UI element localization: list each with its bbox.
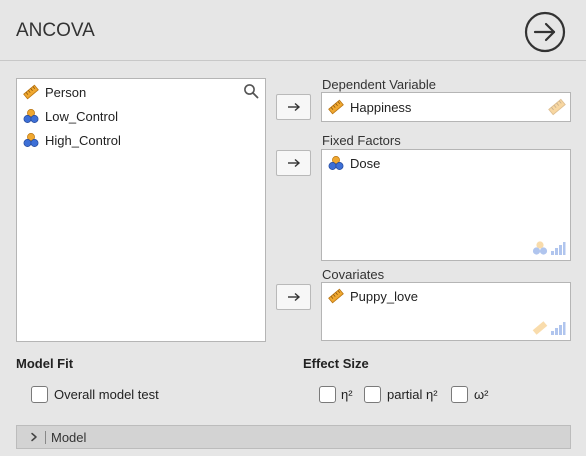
arrow-right-icon	[287, 158, 300, 168]
chevron-right-icon	[31, 432, 37, 442]
next-arrow-button[interactable]	[524, 11, 566, 53]
covariate-value: Puppy_love	[350, 288, 418, 304]
source-variable-list[interactable]: Person Low_Control High_Control	[16, 78, 266, 342]
list-item[interactable]: Dose	[328, 153, 380, 173]
omega-squared-checkbox[interactable]	[451, 386, 468, 403]
list-item[interactable]: Puppy_love	[328, 286, 418, 306]
list-item[interactable]: Happiness	[328, 97, 411, 117]
list-item[interactable]: High_Control	[23, 130, 121, 150]
eta-squared-label: η²	[341, 387, 353, 402]
dependent-variable-box[interactable]: Happiness	[321, 92, 571, 122]
arrow-right-circle-icon	[524, 11, 566, 53]
ordinal-type-hint-icon	[551, 242, 566, 255]
move-to-fixed-factors-button[interactable]	[276, 150, 311, 176]
ruler-icon	[328, 288, 344, 304]
overall-model-test-option[interactable]: Overall model test	[31, 386, 159, 403]
eta-squared-checkbox[interactable]	[319, 386, 336, 403]
list-item[interactable]: Person	[23, 82, 86, 102]
model-fit-heading: Model Fit	[16, 356, 74, 371]
effect-size-heading: Effect Size	[303, 356, 369, 371]
overall-model-test-checkbox[interactable]	[31, 386, 48, 403]
ruler-type-hint-icon	[532, 321, 548, 335]
nominal-type-hint-icon	[532, 241, 548, 255]
partial-eta-squared-checkbox[interactable]	[364, 386, 381, 403]
fixed-factors-box[interactable]: Dose	[321, 149, 571, 261]
overall-model-test-label: Overall model test	[54, 387, 159, 402]
eta-squared-option[interactable]: η²	[319, 386, 353, 403]
header-divider	[0, 60, 586, 61]
partial-eta-squared-option[interactable]: partial η²	[364, 386, 438, 403]
dependent-variable-label: Dependent Variable	[322, 77, 436, 92]
move-to-covariates-button[interactable]	[276, 284, 311, 310]
partial-eta-squared-label: partial η²	[387, 387, 438, 402]
arrow-right-icon	[287, 292, 300, 302]
list-item-label: High_Control	[45, 132, 121, 148]
fixed-factors-label: Fixed Factors	[322, 133, 401, 148]
nominal-variable-icon	[23, 133, 39, 147]
dependent-variable-value: Happiness	[350, 99, 412, 115]
list-item-label: Low_Control	[45, 108, 118, 124]
search-icon[interactable]	[243, 83, 259, 99]
move-to-dependent-button[interactable]	[276, 94, 311, 120]
covariates-box[interactable]: Puppy_love	[321, 282, 571, 341]
fixed-factor-value: Dose	[350, 155, 381, 171]
arrow-right-icon	[287, 102, 300, 112]
ruler-type-hint-icon	[548, 98, 566, 116]
nominal-variable-icon	[328, 156, 344, 170]
nominal-variable-icon	[23, 109, 39, 123]
omega-squared-option[interactable]: ω²	[451, 386, 488, 403]
ordinal-type-hint-icon	[551, 322, 566, 335]
list-item[interactable]: Low_Control	[23, 106, 118, 126]
ruler-icon	[23, 84, 39, 100]
covariates-label: Covariates	[322, 267, 385, 282]
page-title: ANCOVA	[16, 20, 95, 41]
omega-squared-label: ω²	[474, 387, 489, 402]
section-divider	[45, 430, 46, 444]
model-section-header[interactable]: Model	[16, 425, 571, 449]
list-item-label: Person	[45, 84, 87, 100]
ruler-icon	[328, 99, 344, 115]
model-section-label: Model	[51, 429, 87, 445]
